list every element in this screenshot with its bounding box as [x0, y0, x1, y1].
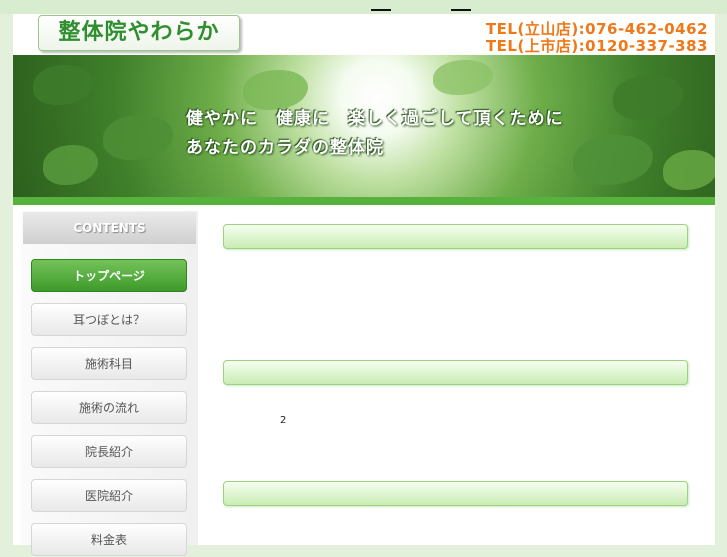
nav-item-director[interactable]: 院長紹介: [31, 435, 187, 468]
leaf-shape: [43, 145, 98, 185]
header-divider: [13, 197, 715, 205]
nav-item-pricing[interactable]: 料金表: [31, 523, 187, 556]
leaf-shape: [33, 65, 93, 105]
site-logo[interactable]: 整体院やわらか: [38, 15, 240, 51]
nav-item-clinic[interactable]: 医院紹介: [31, 479, 187, 512]
top-dash: [451, 9, 471, 11]
top-dash: [371, 9, 391, 11]
hero-subtitle: あなたのカラダの整体院: [186, 138, 384, 158]
top-strip: [0, 0, 727, 14]
hero-banner: 健やかに 健康に 楽しく過ごして頂くために あなたのカラダの整体院: [13, 55, 715, 197]
leaf-shape: [433, 60, 493, 95]
leaf-shape: [613, 75, 683, 120]
section-header-bar: [223, 224, 688, 249]
nav-item-flow[interactable]: 施術の流れ: [31, 391, 187, 424]
leaf-shape: [573, 135, 653, 185]
leaf-shape: [103, 115, 173, 160]
nav-item-top[interactable]: トップページ: [31, 259, 187, 292]
section-header-bar: [223, 360, 688, 385]
leaf-shape: [663, 150, 715, 190]
counter-text: 2: [280, 415, 287, 426]
hero-tagline: 健やかに 健康に 楽しく過ごして頂くために: [186, 109, 564, 129]
nav-item-treatments[interactable]: 施術科目: [31, 347, 187, 380]
sidebar-heading: CONTENTS: [23, 212, 196, 244]
nav-item-mimitsubo[interactable]: 耳つぼとは？: [31, 303, 187, 336]
section-header-bar: [223, 481, 688, 506]
tel-kamiichi: TEL(上市店):0120-337-383: [485, 37, 708, 55]
